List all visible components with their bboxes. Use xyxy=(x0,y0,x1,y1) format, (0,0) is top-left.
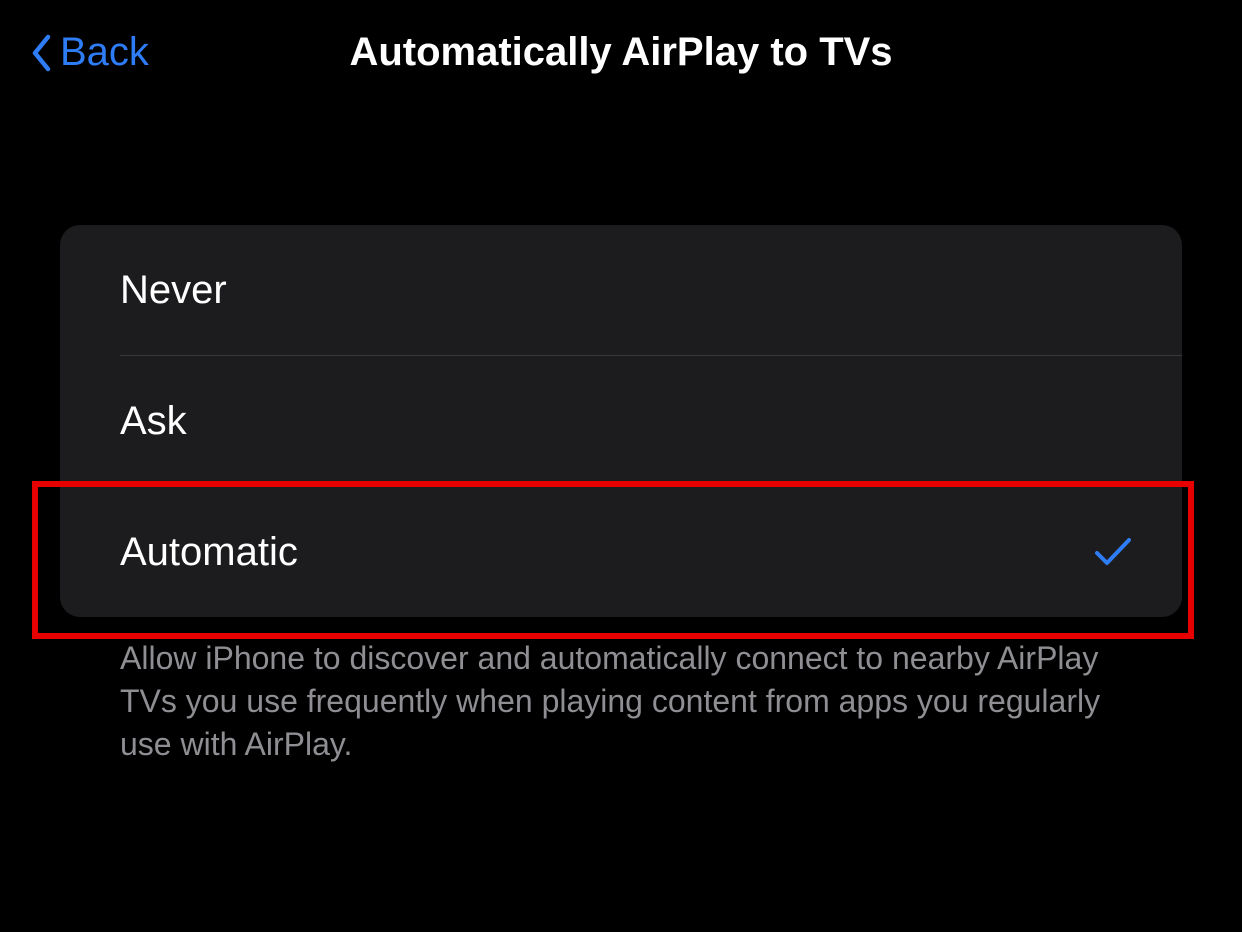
option-label: Never xyxy=(120,268,227,313)
option-never[interactable]: Never xyxy=(60,225,1182,355)
checkmark-icon xyxy=(1094,536,1132,568)
chevron-left-icon xyxy=(30,34,52,72)
option-label: Ask xyxy=(120,399,187,444)
back-button[interactable]: Back xyxy=(30,30,149,75)
footer-description: Allow iPhone to discover and automatical… xyxy=(60,617,1182,767)
options-card: Never Ask Automatic xyxy=(60,225,1182,617)
back-label: Back xyxy=(60,30,149,75)
content-area: Never Ask Automatic Allow iPhone to disc… xyxy=(0,95,1242,767)
option-wrapper-ask: Ask xyxy=(60,356,1182,486)
option-automatic[interactable]: Automatic xyxy=(60,487,1182,617)
page-title: Automatically AirPlay to TVs xyxy=(349,30,892,75)
option-ask[interactable]: Ask xyxy=(60,356,1182,486)
option-wrapper-never: Never xyxy=(60,225,1182,355)
option-label: Automatic xyxy=(120,530,298,575)
option-wrapper-automatic: Automatic xyxy=(60,487,1182,617)
navigation-bar: Back Automatically AirPlay to TVs xyxy=(0,0,1242,95)
